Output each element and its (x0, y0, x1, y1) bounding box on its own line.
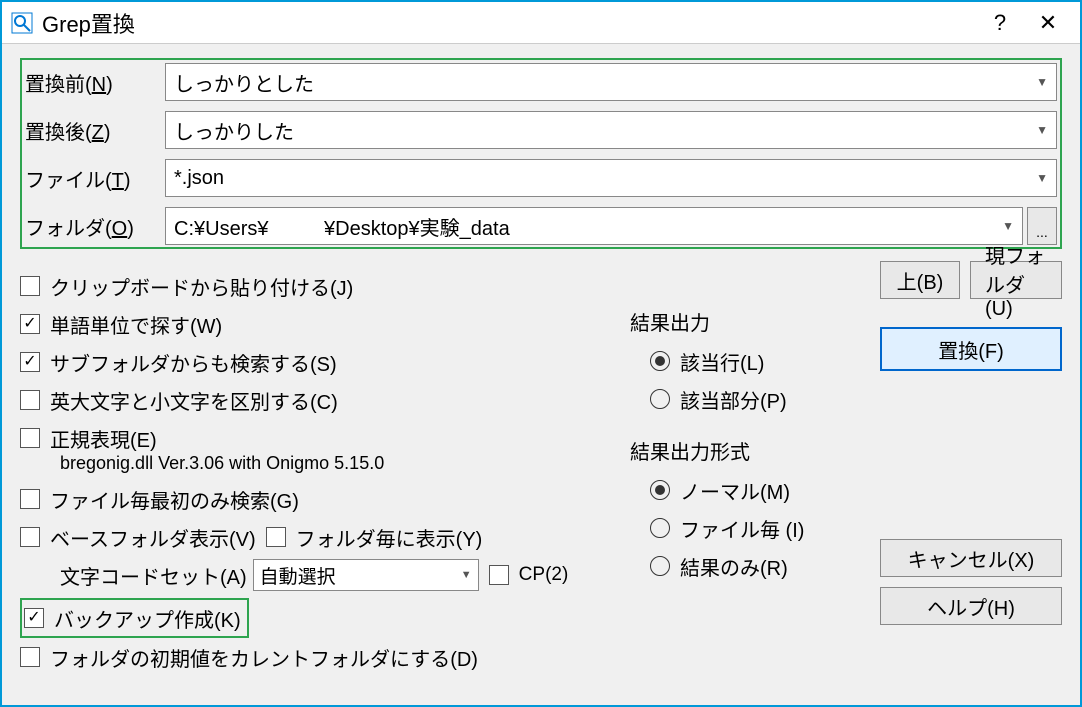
folder-input[interactable]: C:¥Users¥ ¥Desktop¥実験_data▼ (165, 207, 1023, 245)
case-checkbox[interactable] (20, 390, 40, 410)
file-radio[interactable] (650, 518, 670, 538)
file-input[interactable]: *.json▼ (165, 159, 1057, 197)
input-fields-highlight: 置換前(N) しっかりとした▼ 置換後(Z) しっかりした▼ ファイル(T) *… (20, 58, 1062, 249)
help-action-button[interactable]: ヘルプ(H) (880, 587, 1062, 625)
output-column: 結果出力 該当行(L) 該当部分(P) 結果出力形式 ノーマル(M) ファイル毎… (618, 261, 868, 676)
backup-label: バックアップ作成(K) (54, 604, 241, 633)
chevron-down-icon: ▼ (1036, 75, 1048, 89)
before-label: 置換前(N) (25, 68, 165, 97)
help-button[interactable]: ? (976, 2, 1024, 44)
backup-highlight: バックアップ作成(K) (20, 598, 249, 638)
cp-label: CP(2) (519, 564, 569, 586)
before-input[interactable]: しっかりとした▼ (165, 63, 1057, 101)
word-label: 単語単位で探す(W) (50, 310, 222, 339)
clipboard-label: クリップボードから貼り付ける(J) (50, 272, 353, 301)
chevron-down-icon: ▼ (1002, 219, 1014, 233)
grep-replace-dialog: Grep置換 ? ✕ 置換前(N) しっかりとした▼ 置換後(Z) しっかりした… (0, 0, 1082, 707)
cancel-button[interactable]: キャンセル(X) (880, 539, 1062, 577)
clipboard-checkbox[interactable] (20, 276, 40, 296)
chevron-down-icon: ▼ (1036, 171, 1048, 185)
first-only-label: ファイル毎最初のみ検索(G) (50, 485, 299, 514)
per-folder-label: フォルダ毎に表示(Y) (296, 523, 483, 552)
line-radio[interactable] (650, 351, 670, 371)
action-column: 上(B) 現フォルダ(U) 置換(F) キャンセル(X) ヘルプ(H) (868, 261, 1062, 676)
output-group-label: 結果出力 (630, 307, 868, 336)
normal-radio[interactable] (650, 480, 670, 500)
folder-label: フォルダ(O) (25, 212, 165, 241)
case-label: 英大文字と小文字を区別する(C) (50, 386, 338, 415)
line-radio-label: 該当行(L) (680, 347, 764, 376)
part-radio[interactable] (650, 389, 670, 409)
result-radio-label: 結果のみ(R) (680, 552, 788, 581)
part-radio-label: 該当部分(P) (680, 385, 787, 414)
cp-checkbox[interactable] (489, 565, 509, 585)
titlebar: Grep置換 ? ✕ (2, 2, 1080, 44)
subfolder-checkbox[interactable] (20, 352, 40, 372)
chevron-down-icon: ▼ (461, 569, 472, 581)
up-button[interactable]: 上(B) (880, 261, 960, 299)
search-icon (10, 11, 34, 35)
normal-radio-label: ノーマル(M) (680, 476, 790, 505)
replace-button[interactable]: 置換(F) (880, 327, 1062, 371)
options-column: クリップボードから貼り付ける(J) 単語単位で探す(W) サブフォルダからも検索… (20, 261, 618, 676)
output-format-group-label: 結果出力形式 (630, 436, 868, 465)
current-folder-button[interactable]: 現フォルダ(U) (970, 261, 1062, 299)
chevron-down-icon: ▼ (1036, 123, 1048, 137)
dialog-content: 置換前(N) しっかりとした▼ 置換後(Z) しっかりした▼ ファイル(T) *… (2, 44, 1080, 690)
default-folder-checkbox[interactable] (20, 647, 40, 667)
first-only-checkbox[interactable] (20, 489, 40, 509)
backup-checkbox[interactable] (24, 608, 44, 628)
regex-label: 正規表現(E) (50, 424, 157, 453)
subfolder-label: サブフォルダからも検索する(S) (50, 348, 337, 377)
after-label: 置換後(Z) (25, 116, 165, 145)
regex-checkbox[interactable] (20, 428, 40, 448)
codeset-select[interactable]: 自動選択▼ (253, 559, 479, 591)
word-checkbox[interactable] (20, 314, 40, 334)
close-button[interactable]: ✕ (1024, 2, 1072, 44)
window-title: Grep置換 (42, 7, 976, 39)
after-input[interactable]: しっかりした▼ (165, 111, 1057, 149)
base-folder-checkbox[interactable] (20, 527, 40, 547)
file-label: ファイル(T) (25, 164, 165, 193)
default-folder-label: フォルダの初期値をカレントフォルダにする(D) (50, 643, 478, 672)
per-folder-checkbox[interactable] (266, 527, 286, 547)
result-radio[interactable] (650, 556, 670, 576)
codeset-label: 文字コードセット(A) (60, 561, 247, 590)
base-folder-label: ベースフォルダ表示(V) (50, 523, 256, 552)
file-radio-label: ファイル毎 (I) (680, 514, 804, 543)
regex-engine-label: bregonig.dll Ver.3.06 with Onigmo 5.15.0 (60, 453, 618, 474)
